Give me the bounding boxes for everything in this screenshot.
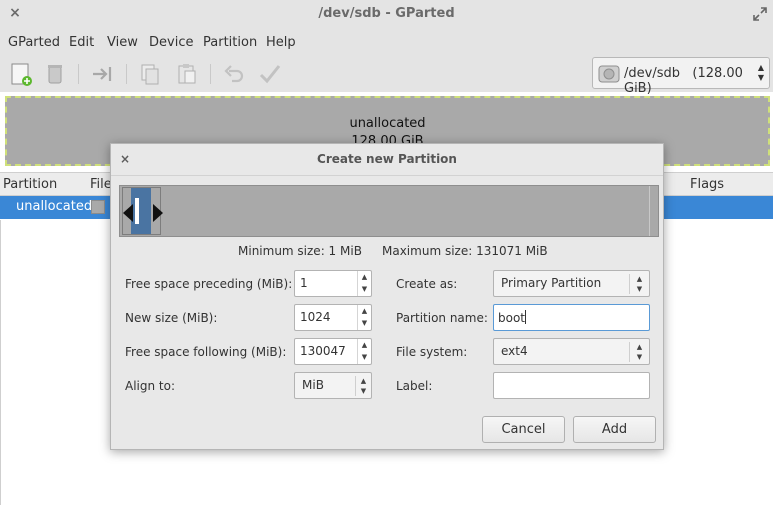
apply-icon[interactable] (257, 61, 283, 87)
column-flags[interactable]: Flags (690, 177, 724, 192)
free-following-label: Free space following (MiB): (125, 345, 287, 359)
filesystem-color-swatch (91, 200, 105, 214)
disk-map-label: unallocated (349, 116, 426, 131)
partition-used-bar (135, 198, 139, 224)
partition-name-field[interactable]: boot (493, 304, 650, 331)
create-as-label: Create as: (396, 277, 458, 291)
align-to-value: MiB (302, 378, 324, 392)
spinner-arrows-icon[interactable]: ▲ ▼ (357, 271, 371, 296)
add-button[interactable]: Add (573, 416, 656, 443)
menu-bar: GParted Edit View Device Partition Help (0, 30, 773, 56)
dialog-titlebar: × Create new Partition (111, 144, 663, 176)
maximize-icon[interactable] (753, 7, 767, 21)
free-following-spinner[interactable]: 130047 ▲ ▼ (294, 338, 372, 365)
align-to-combo[interactable]: MiB ▲ ▼ (294, 372, 372, 399)
partition-size-slider[interactable] (119, 185, 659, 237)
combo-arrows-icon: ▲ ▼ (629, 342, 649, 362)
device-label: /dev/sdb (128.00 GiB) (624, 66, 743, 96)
free-preceding-value: 1 (300, 276, 308, 290)
toolbar-separator (210, 64, 211, 84)
resize-left-handle-icon[interactable] (123, 204, 133, 222)
label-field-label: Label: (396, 379, 433, 393)
create-as-value: Primary Partition (501, 276, 602, 290)
maximum-size-text: Maximum size: 131071 MiB (382, 244, 548, 258)
menu-view[interactable]: View (107, 35, 138, 50)
combo-arrows-icon: ▲ ▼ (355, 376, 371, 396)
align-to-label: Align to: (125, 379, 176, 393)
partition-name-label: Partition name: (396, 311, 488, 325)
menu-help[interactable]: Help (266, 35, 296, 50)
new-size-spinner[interactable]: 1024 ▲ ▼ (294, 304, 372, 331)
label-field[interactable] (493, 372, 650, 399)
spinner-arrows-icon[interactable]: ▲ ▼ (357, 305, 371, 330)
new-size-value: 1024 (300, 310, 331, 324)
file-system-value: ext4 (501, 344, 528, 358)
column-partition[interactable]: Partition (3, 177, 57, 192)
copy-icon[interactable] (137, 61, 163, 87)
combo-arrows-icon: ▲ ▼ (757, 63, 764, 82)
cancel-button[interactable]: Cancel (482, 416, 565, 443)
paste-icon[interactable] (174, 61, 200, 87)
slider-end (649, 186, 650, 236)
create-as-combo[interactable]: Primary Partition ▲ ▼ (493, 270, 650, 297)
new-size-label: New size (MiB): (125, 311, 218, 325)
delete-icon[interactable] (42, 61, 68, 87)
partition-name-value: boot (498, 310, 527, 325)
menu-device[interactable]: Device (149, 35, 193, 50)
column-filesystem[interactable]: File (90, 177, 112, 192)
window-title: /dev/sdb - GParted (318, 6, 455, 21)
text-caret (525, 310, 527, 324)
resize-move-icon[interactable] (89, 61, 115, 87)
resize-right-handle-icon[interactable] (153, 204, 163, 222)
disk-icon (598, 65, 620, 83)
table-border (0, 220, 1, 505)
combo-arrows-icon: ▲ ▼ (629, 274, 649, 294)
row-partition-name: unallocated (16, 199, 93, 214)
new-partition-icon[interactable] (9, 61, 35, 87)
free-following-value: 130047 (300, 344, 346, 358)
partition-fill (131, 188, 151, 234)
toolbar-separator (126, 64, 127, 84)
create-partition-dialog: × Create new Partition Minimum size: 1 M… (110, 143, 664, 450)
toolbar-separator (78, 64, 79, 84)
menu-gparted[interactable]: GParted (8, 35, 60, 50)
free-preceding-spinner[interactable]: 1 ▲ ▼ (294, 270, 372, 297)
window-titlebar: × /dev/sdb - GParted (0, 0, 773, 30)
free-preceding-label: Free space preceding (MiB): (125, 277, 293, 291)
spinner-arrows-icon[interactable]: ▲ ▼ (357, 339, 371, 364)
minimum-size-text: Minimum size: 1 MiB (238, 244, 362, 258)
device-selector[interactable]: /dev/sdb (128.00 GiB) ▲ ▼ (592, 57, 770, 96)
file-system-label: File system: (396, 345, 468, 359)
menu-edit[interactable]: Edit (69, 35, 94, 50)
new-partition-block[interactable] (122, 187, 163, 235)
undo-icon[interactable] (221, 61, 247, 87)
file-system-combo[interactable]: ext4 ▲ ▼ (493, 338, 650, 365)
menu-partition[interactable]: Partition (203, 35, 257, 50)
dialog-title: Create new Partition (317, 152, 457, 166)
